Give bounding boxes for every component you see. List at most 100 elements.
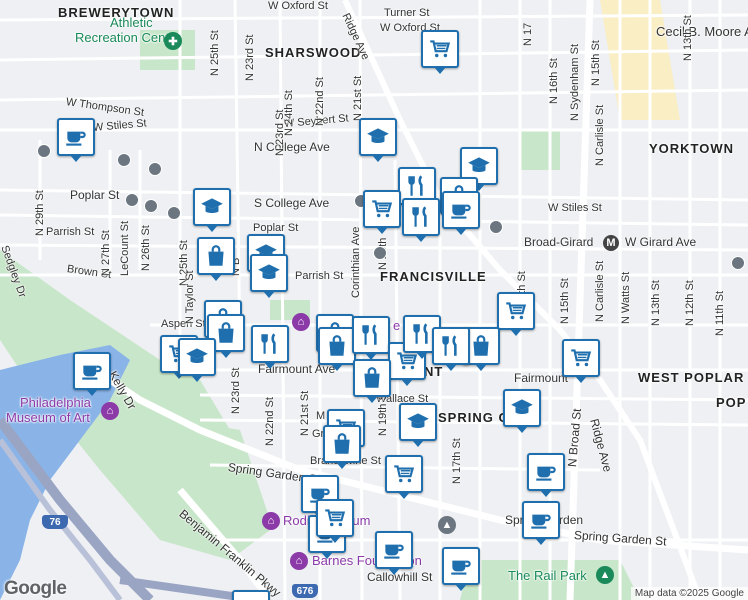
map-marker-cafe[interactable] [442, 191, 480, 235]
map-marker-grocery[interactable] [316, 499, 354, 543]
map-marker-school[interactable] [399, 403, 437, 447]
school-grey-pin-icon[interactable]: ▲ [438, 516, 456, 534]
street-n-15th-top: N 15th St [590, 40, 602, 86]
bus-stop-icon[interactable] [489, 220, 503, 234]
map-marker-cafe[interactable] [232, 590, 270, 600]
bus-stop-icon[interactable] [125, 193, 139, 207]
poi-athletic-line1[interactable]: Athletic [110, 15, 153, 30]
coffee-icon [66, 131, 86, 146]
fork-knife-icon [261, 333, 276, 354]
map-marker-grocery[interactable] [562, 339, 600, 383]
neighborhood-west-poplar: WEST POPLAR [638, 370, 745, 385]
coffee-icon [82, 365, 102, 380]
cart-icon [430, 40, 451, 58]
bus-stop-icon[interactable] [731, 256, 745, 270]
map-marker-school[interactable] [359, 118, 397, 162]
street-n-23rd-top: N 23rd St [244, 34, 256, 81]
map-marker-cafe[interactable] [527, 453, 565, 497]
poi-fairmount-station[interactable]: Fairmount [514, 371, 568, 385]
map-marker-school[interactable] [250, 254, 288, 298]
street-w-stiles-right: W Stiles St [548, 202, 602, 214]
street-n-22nd: N 22nd St [264, 397, 276, 446]
fork-knife-icon [408, 175, 423, 196]
museum-small-pin-icon[interactable]: ⌂ [292, 313, 310, 331]
poi-museum-line1[interactable]: Philadelphia [20, 395, 91, 410]
street-n-25th: N 25th St [209, 30, 221, 76]
rodin-pin-icon[interactable]: ⌂ [262, 512, 280, 530]
cart-icon [394, 465, 415, 483]
cart-icon [506, 302, 527, 320]
coffee-icon [451, 204, 471, 219]
bus-stop-icon[interactable] [373, 246, 387, 260]
map-marker-shopping[interactable] [353, 359, 391, 403]
map-marker-restaurant[interactable] [352, 316, 390, 360]
poi-broad-girard[interactable]: Broad-Girard [524, 235, 593, 249]
graduation-cap-icon [407, 413, 429, 428]
street-n-17th: N 17th St [451, 438, 463, 484]
bus-stop-icon[interactable] [117, 153, 131, 167]
map-marker-grocery[interactable] [363, 190, 401, 234]
map-marker-shopping[interactable] [197, 237, 235, 281]
map-marker-shopping[interactable] [318, 327, 356, 371]
street-lecount: LeCount St [119, 220, 131, 276]
street-n-carlisle-top: N Carlisle St [594, 104, 606, 166]
map-marker-restaurant[interactable] [402, 198, 440, 242]
park-pin-icon[interactable]: ✚ [164, 32, 182, 50]
street-n-11th: N 11th St [714, 290, 726, 336]
map-marker-cafe[interactable] [73, 352, 111, 396]
bus-stop-icon[interactable] [148, 162, 162, 176]
map-marker-restaurant[interactable] [251, 325, 289, 369]
map-marker-grocery[interactable] [385, 455, 423, 499]
poi-museum-line2[interactable]: Museum of Art [6, 410, 90, 425]
shopping-bag-icon [329, 335, 345, 356]
street-n-watts: N Watts St [620, 271, 632, 324]
street-poplar-left: Poplar St [70, 188, 120, 202]
map-marker-school[interactable] [178, 338, 216, 382]
shopping-bag-icon [218, 322, 234, 343]
neighborhood-yorktown: YORKTOWN [649, 141, 735, 156]
map-marker-cafe[interactable] [522, 501, 560, 545]
graduation-cap-icon [367, 128, 389, 143]
street-n-sydenham: N Sydenham St [569, 43, 581, 121]
bus-stop-icon[interactable] [144, 199, 158, 213]
map-marker-school[interactable] [193, 188, 231, 232]
neighborhood-sharswood: SHARSWOOD [265, 45, 362, 60]
street-w-girard: W Girard Ave [625, 235, 697, 249]
street-parrish-mid: Parrish St [295, 270, 344, 282]
poi-rail-park[interactable]: The Rail Park [508, 568, 587, 583]
fork-knife-icon [412, 206, 427, 227]
graduation-cap-icon [468, 157, 490, 172]
street-n-21st-top: N 21st St [352, 75, 364, 121]
interstate-676-shield: 676 [292, 584, 318, 598]
street-n-27th: N 27th St [100, 230, 112, 276]
street-n-22nd-top: N 22nd St [314, 77, 326, 126]
street-n-21st: N 21st St [299, 390, 311, 436]
street-n-19th: N 19th St [377, 390, 389, 436]
coffee-icon [384, 544, 404, 559]
map-marker-cafe[interactable] [57, 118, 95, 162]
shopping-bag-icon [364, 367, 380, 388]
map-canvas[interactable]: BREWERYTOWN SHARSWOOD YORKTOWN FRANCISVI… [0, 0, 748, 600]
graduation-cap-icon [186, 348, 208, 363]
map-marker-school[interactable] [503, 389, 541, 433]
cart-icon [571, 349, 592, 367]
map-marker-grocery[interactable] [497, 292, 535, 336]
graduation-cap-icon [258, 264, 280, 279]
map-marker-grocery[interactable] [421, 30, 459, 74]
map-marker-cafe[interactable] [442, 547, 480, 591]
bus-stop-icon[interactable] [167, 206, 181, 220]
graduation-cap-icon [511, 399, 533, 414]
graduation-cap-icon [201, 198, 223, 213]
tree-pin-icon[interactable]: ▲ [596, 566, 614, 584]
museum-pin-icon[interactable]: ⌂ [101, 402, 119, 420]
barnes-pin-icon[interactable]: ⌂ [290, 552, 308, 570]
street-n-26th: N 26th St [140, 225, 152, 271]
street-poplar-mid: Poplar St [253, 222, 299, 234]
map-marker-cafe[interactable] [375, 531, 413, 575]
map-attribution[interactable]: Map data ©2025 Google [630, 587, 748, 600]
map-marker-restaurant[interactable] [432, 327, 470, 371]
bus-stop-icon[interactable] [37, 144, 51, 158]
neighborhood-poplar-ghost: POP [716, 395, 747, 410]
metro-icon[interactable]: M [603, 235, 619, 251]
map-marker-shopping[interactable] [323, 425, 361, 469]
